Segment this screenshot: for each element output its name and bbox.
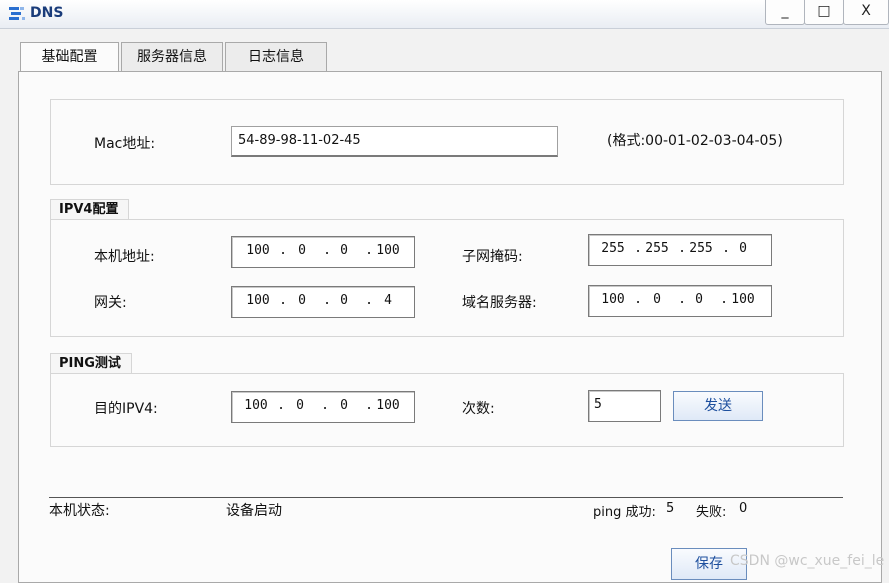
status-divider [49,497,843,498]
dns-server-input[interactable]: 100 . 0 . 0 . 100 [588,285,772,317]
mac-value: 54-89-98-11-02-45 [238,133,361,148]
dns-server-label: 域名服务器: [462,295,537,311]
ip-octet: 100 [376,398,400,413]
ip-octet: 4 [384,293,392,308]
ip-octet: 255 [645,241,669,256]
device-status-value: 设备启动 [226,503,282,519]
ping-group-title: PING测试 [50,353,132,374]
local-address-input[interactable]: 100 . 0 . 0 . 100 [231,236,415,268]
ip-octet: 0 [298,243,306,258]
tab-server-info[interactable]: 服务器信息 [121,42,223,71]
subnet-mask-input[interactable]: 255 . 255 . 255 . 0 [588,234,772,266]
target-ipv4-label: 目的IPV4: [94,401,158,417]
ip-octet: 100 [731,292,755,307]
mac-label: Mac地址: [94,136,156,152]
mac-format-hint: (格式:00-01-02-03-04-05) [607,133,783,149]
ping-count-input[interactable]: 5 [588,390,661,422]
ping-fail-count: 0 [739,501,748,516]
ip-octet: 0 [653,292,661,307]
ipv4-panel: 本机地址: 100 . 0 . 0 . 100 子网掩码: 255 . 255 … [50,219,844,337]
ip-octet: 0 [340,293,348,308]
subnet-mask-label: 子网掩码: [462,249,523,265]
device-status-label: 本机状态: [49,503,110,519]
minimize-button[interactable]: _ [765,0,805,25]
watermark-text: CSDN @wc_xue_fei_le [730,553,885,569]
ping-count-value: 5 [594,397,602,412]
target-ipv4-input[interactable]: 100 . 0 . 0 . 100 [231,391,415,423]
ip-octet: 255 [689,241,713,256]
maximize-button[interactable]: □ [804,0,844,25]
ip-octet: 100 [246,293,270,308]
ping-success-label: ping 成功: [593,505,656,520]
ip-octet: 0 [695,292,703,307]
title-bar: DNS _ □ X [0,0,889,29]
ip-octet: 100 [376,243,400,258]
ping-success-count: 5 [666,501,675,516]
ip-octet: 100 [601,292,625,307]
send-button[interactable]: 发送 [673,391,763,421]
gateway-input[interactable]: 100 . 0 . 0 . 4 [231,286,415,318]
mac-input[interactable]: 54-89-98-11-02-45 [231,126,558,157]
ip-octet: 0 [296,398,304,413]
ping-fail-label: 失败: [696,505,727,520]
app-icon [9,7,25,20]
ipv4-group-title: IPV4配置 [50,199,130,220]
ping-count-label: 次数: [462,401,495,417]
ping-panel: 目的IPV4: 100 . 0 . 0 . 100 次数: 5 发送 [50,373,844,447]
tab-log-info[interactable]: 日志信息 [225,42,327,71]
mac-panel: Mac地址: 54-89-98-11-02-45 (格式:00-01-02-03… [50,99,844,185]
ip-octet: 0 [739,241,747,256]
close-button[interactable]: X [843,0,889,25]
ip-octet: 100 [246,243,270,258]
ip-octet: 255 [601,241,625,256]
tab-basic-config[interactable]: 基础配置 [20,42,119,73]
window-title: DNS [30,5,64,21]
ip-octet: 100 [244,398,268,413]
gateway-label: 网关: [94,295,127,311]
ip-octet: 0 [340,243,348,258]
ip-octet: 0 [340,398,348,413]
local-address-label: 本机地址: [94,249,155,265]
tab-content: Mac地址: 54-89-98-11-02-45 (格式:00-01-02-03… [18,71,882,583]
ip-octet: 0 [298,293,306,308]
